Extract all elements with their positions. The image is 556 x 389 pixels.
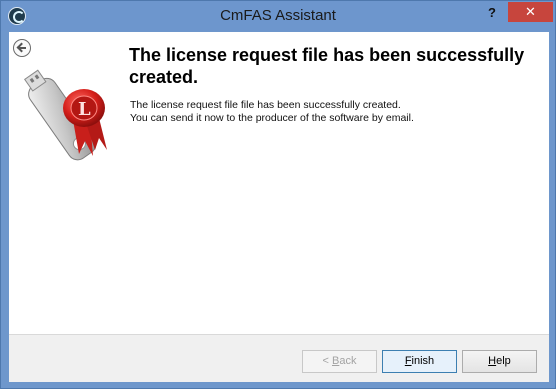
page-heading: The license request file has been succes…	[129, 45, 525, 87]
window-title: CmFAS Assistant	[220, 7, 336, 24]
title-bar[interactable]: CmFAS Assistant ? ✕	[1, 1, 555, 31]
description-line-1: The license request file file has been s…	[130, 99, 401, 111]
description-line-2: You can send it now to the producer of t…	[130, 112, 414, 124]
svg-text:L: L	[78, 99, 91, 120]
help-button[interactable]: Help	[462, 350, 537, 373]
assistant-window: CmFAS Assistant ? ✕ L The license reques…	[0, 0, 556, 389]
page-description: The license request file file has been s…	[130, 99, 540, 125]
back-button[interactable]: < Back	[302, 350, 377, 373]
client-area: L The license request file has been succ…	[9, 32, 549, 382]
button-bar: < Back Finish Help	[9, 334, 549, 382]
back-arrow-icon[interactable]	[13, 39, 31, 57]
close-button[interactable]: ✕	[508, 2, 553, 22]
help-title-button[interactable]: ?	[481, 3, 503, 23]
finish-button[interactable]: Finish	[382, 350, 457, 373]
usb-license-seal-icon: L	[24, 69, 107, 161]
content-panel: L The license request file has been succ…	[9, 32, 549, 334]
